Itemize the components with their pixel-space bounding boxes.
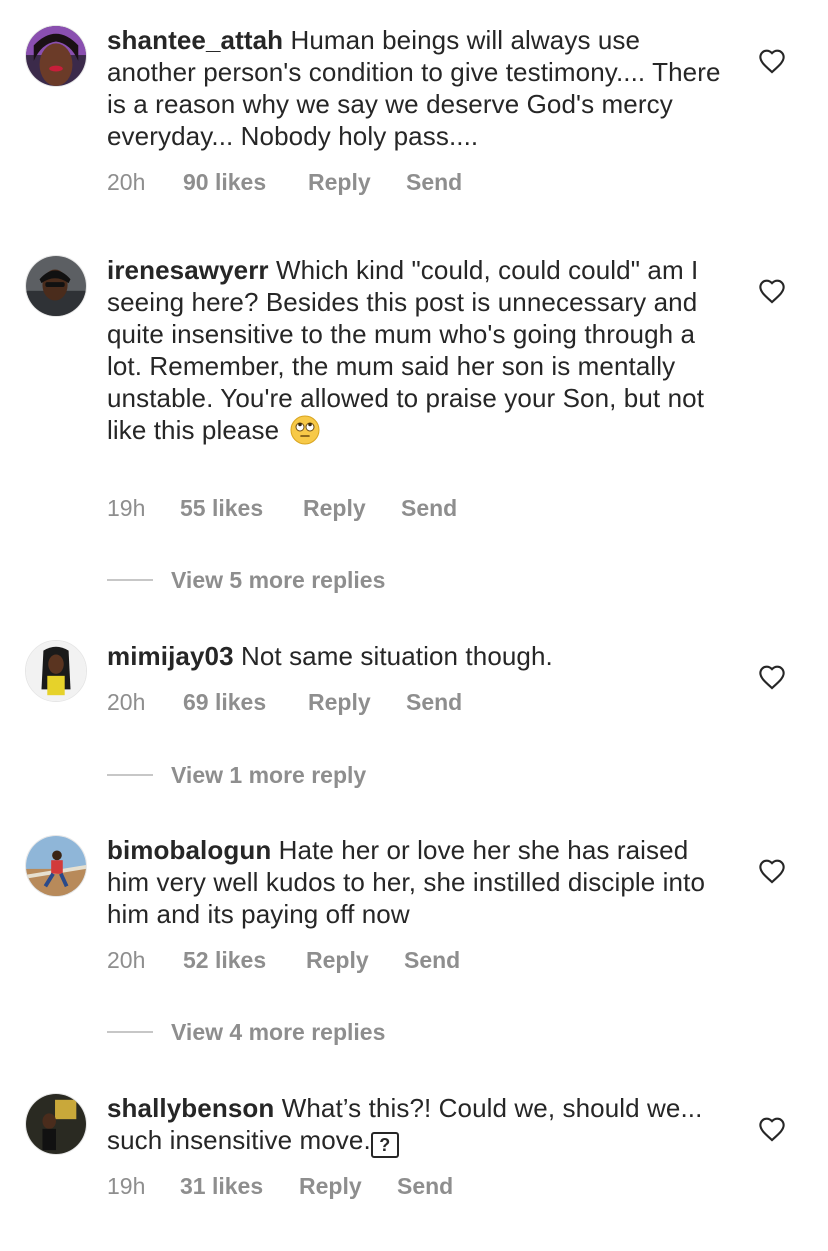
comment-time: 20h — [107, 947, 146, 973]
comment-likes[interactable]: 52 likes — [183, 946, 266, 974]
avatar[interactable] — [25, 835, 87, 897]
comment-username[interactable]: shantee_attah — [107, 25, 283, 55]
reply-button[interactable]: Reply — [306, 946, 369, 974]
avatar[interactable] — [25, 640, 87, 702]
comment-text: shantee_attah Human beings will always u… — [107, 24, 727, 152]
reply-button[interactable]: Reply — [308, 688, 371, 716]
comment-likes[interactable]: 31 likes — [180, 1172, 263, 1200]
comment-username[interactable]: irenesawyerr — [107, 255, 269, 285]
send-button[interactable]: Send — [401, 494, 457, 522]
comment-time: 20h — [107, 169, 146, 195]
comment-username[interactable]: shallybenson — [107, 1093, 274, 1123]
replies-divider — [107, 774, 153, 776]
avatar[interactable] — [25, 25, 87, 87]
comment-username[interactable]: bimobalogun — [107, 835, 271, 865]
comment-text: shallybenson What’s this?! Could we, sho… — [107, 1092, 727, 1158]
send-button[interactable]: Send — [406, 688, 462, 716]
send-button[interactable]: Send — [406, 168, 462, 196]
view-more-replies-button[interactable]: View 4 more replies — [107, 1017, 507, 1047]
rolling-eyes-emoji-icon — [290, 415, 320, 445]
like-heart-icon[interactable] — [758, 1116, 786, 1142]
reply-button[interactable]: Reply — [299, 1172, 362, 1200]
comment-username[interactable]: mimijay03 — [107, 641, 234, 671]
replies-divider — [107, 1031, 153, 1033]
avatar[interactable] — [25, 1093, 87, 1155]
comment-body: Not same situation though. — [240, 641, 553, 671]
comment-time: 19h — [107, 1173, 146, 1199]
like-heart-icon[interactable] — [758, 664, 786, 690]
replies-divider — [107, 579, 153, 581]
view-replies-label[interactable]: View 4 more replies — [171, 1017, 385, 1047]
view-replies-label[interactable]: View 1 more reply — [171, 760, 366, 790]
comment-text: mimijay03 Not same situation though. — [107, 640, 727, 672]
view-replies-label[interactable]: View 5 more replies — [171, 565, 385, 595]
like-heart-icon[interactable] — [758, 48, 786, 74]
reply-button[interactable]: Reply — [308, 168, 371, 196]
send-button[interactable]: Send — [404, 946, 460, 974]
send-button[interactable]: Send — [397, 1172, 453, 1200]
view-more-replies-button[interactable]: View 5 more replies — [107, 565, 507, 595]
comment-text: irenesawyerr Which kind "could, could co… — [107, 254, 727, 446]
like-heart-icon[interactable] — [758, 278, 786, 304]
comment-time: 19h — [107, 495, 146, 521]
reply-button[interactable]: Reply — [303, 494, 366, 522]
comment-likes[interactable]: 90 likes — [183, 168, 266, 196]
like-heart-icon[interactable] — [758, 858, 786, 884]
view-more-replies-button[interactable]: View 1 more reply — [107, 760, 507, 790]
comment-text: bimobalogun Hate her or love her she has… — [107, 834, 727, 930]
comment-likes[interactable]: 69 likes — [183, 688, 266, 716]
avatar[interactable] — [25, 255, 87, 317]
comment-likes[interactable]: 55 likes — [180, 494, 263, 522]
comment-time: 20h — [107, 689, 146, 715]
unknown-character-glyph: ? — [370, 1132, 399, 1158]
